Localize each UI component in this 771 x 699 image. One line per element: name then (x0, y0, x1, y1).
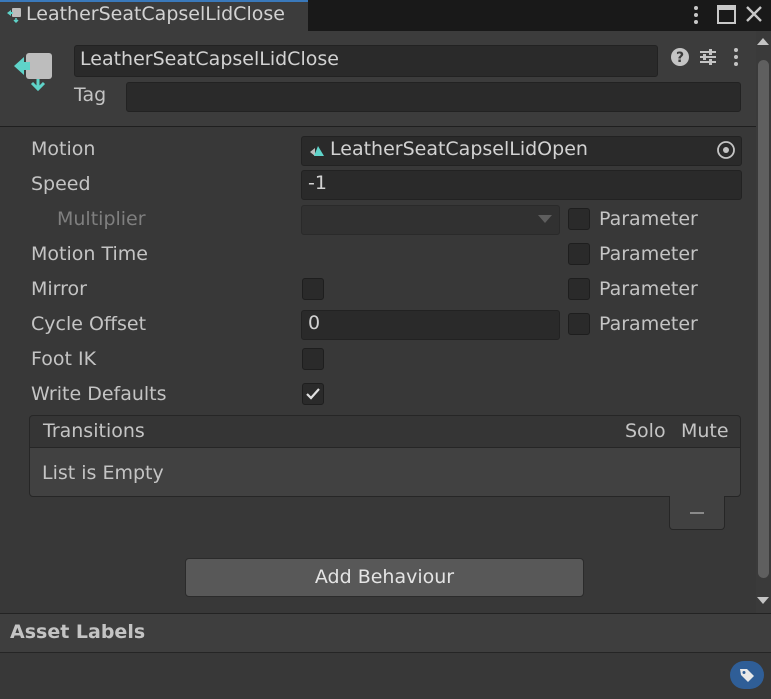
scroll-down-icon[interactable] (757, 597, 769, 604)
minus-icon (690, 512, 704, 514)
help-icon[interactable]: ? (669, 46, 691, 68)
cycle-offset-parameter-checkbox[interactable] (568, 313, 590, 335)
foot-ik-label: Foot IK (31, 348, 97, 370)
parameter-label: Parameter (599, 243, 698, 265)
mirror-checkbox[interactable] (302, 278, 324, 300)
cycle-offset-field[interactable]: 0 (301, 310, 560, 340)
more-vertical-icon[interactable] (725, 46, 747, 68)
scrollbar-thumb[interactable] (758, 60, 769, 578)
parameter-label: Parameter (599, 208, 698, 230)
header-divider (0, 126, 756, 127)
checkmark-icon (306, 388, 320, 400)
animator-state-icon (14, 53, 52, 92)
close-icon[interactable] (741, 3, 767, 27)
motion-time-parameter-checkbox[interactable] (568, 243, 590, 265)
speed-field[interactable]: -1 (301, 170, 742, 200)
motion-time-label: Motion Time (31, 243, 148, 265)
mirror-label: Mirror (31, 278, 87, 300)
multiplier-dropdown[interactable] (301, 205, 560, 235)
foot-ik-checkbox[interactable] (302, 348, 324, 370)
transitions-header: Transitions (43, 420, 145, 442)
chevron-down-icon (538, 215, 552, 223)
more-vertical-icon[interactable] (683, 3, 709, 27)
motion-field[interactable]: LeatherSeatCapselLidOpen (301, 136, 742, 166)
multiplier-parameter-checkbox[interactable] (568, 208, 590, 230)
tab-title: LeatherSeatCapselLidClose (26, 3, 285, 25)
animator-state-icon (7, 8, 21, 24)
svg-text:?: ? (676, 50, 684, 66)
mirror-parameter-checkbox[interactable] (568, 278, 590, 300)
solo-header: Solo (625, 420, 666, 442)
speed-label: Speed (31, 173, 91, 195)
add-behaviour-button[interactable]: Add Behaviour (185, 558, 584, 597)
state-name-field[interactable]: LeatherSeatCapselLidClose (74, 45, 658, 77)
motion-label: Motion (31, 138, 96, 160)
write-defaults-checkbox[interactable] (302, 383, 324, 405)
maximize-icon[interactable] (714, 3, 740, 27)
multiplier-label: Multiplier (57, 208, 146, 230)
asset-labels-title: Asset Labels (10, 621, 146, 643)
write-defaults-label: Write Defaults (31, 383, 167, 405)
asset-labels-body (0, 652, 771, 699)
scroll-up-icon[interactable] (757, 38, 769, 45)
tag-field[interactable] (126, 82, 741, 112)
presets-icon[interactable] (697, 46, 719, 68)
cycle-offset-label: Cycle Offset (31, 313, 147, 335)
list-empty-text: List is Empty (42, 462, 164, 484)
mute-header: Mute (681, 420, 729, 442)
parameter-label: Parameter (599, 313, 698, 335)
motion-value: LeatherSeatCapselLidOpen (330, 138, 588, 160)
tag-label: Tag (74, 84, 107, 106)
tag-icon[interactable] (730, 661, 764, 689)
parameter-label: Parameter (599, 278, 698, 300)
object-picker-icon[interactable] (715, 139, 737, 161)
animation-clip-icon (310, 146, 324, 156)
